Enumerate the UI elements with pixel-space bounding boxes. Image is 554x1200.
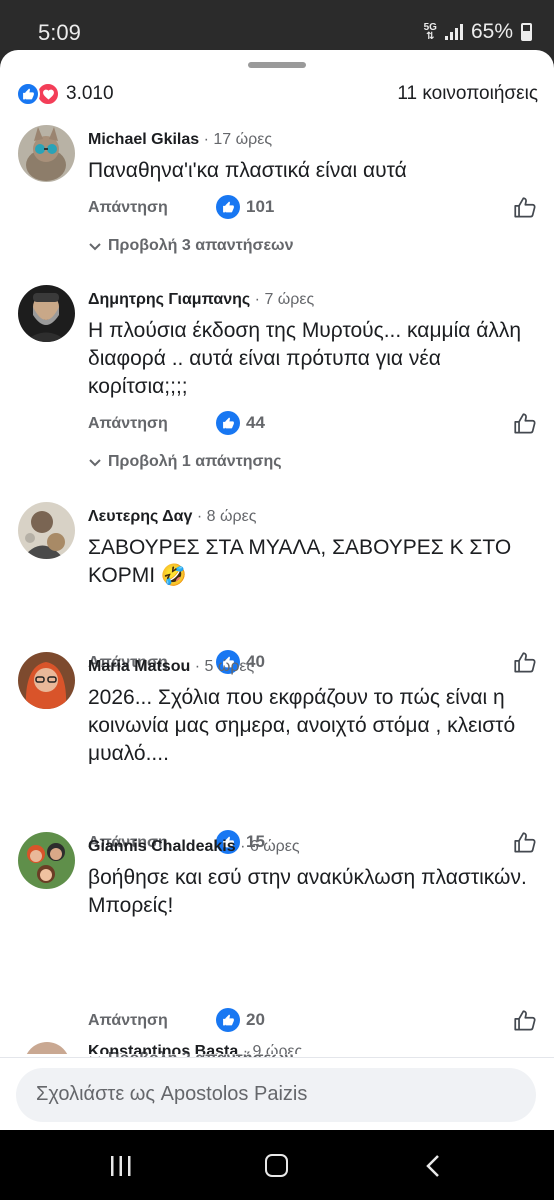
recents-icon[interactable] [110, 1156, 132, 1176]
comment-text: ΣΑΒΟΥΡΕΣ ΣΤΑ ΜΥΑΛΑ, ΣΑΒΟΥΡΕΣ Κ ΣΤΟ ΚΟΡΜΙ… [88, 534, 528, 590]
comment-composer-bar: Σχολιάστε ως Apostolos Paizis [0, 1057, 554, 1130]
comment-text-body: ΣΑΒΟΥΡΕΣ ΣΤΑ ΜΥΑΛΑ, ΣΑΒΟΥΡΕΣ Κ ΣΤΟ ΚΟΡΜΙ [88, 536, 512, 587]
reactions-summary: 3.010 11 κοινοποιήσεις [16, 80, 538, 108]
like-outline-icon[interactable] [512, 650, 538, 676]
network-5g-icon: 5G ⇅ [424, 23, 437, 42]
comment-author[interactable]: Giannis Chaldeakis [88, 838, 236, 855]
laughing-emoji: 🤣 [160, 564, 188, 587]
network-arrows-icon: ⇅ [426, 31, 435, 42]
chevron-down-icon [89, 243, 101, 251]
comment-like-count[interactable]: 44 [216, 411, 265, 435]
cutoff-comment: Konstantinos Basta · 9 ώρες [0, 1042, 554, 1054]
comment-text: 2026... Σχόλια που εκφράζουν το πώς είνα… [88, 686, 516, 765]
reply-button[interactable]: Απάντηση [88, 199, 168, 217]
comment-text: Η πλούσια έκδοση της Μυρτούς... καμμία ά… [88, 319, 522, 398]
view-replies-label: Προβολή 1 απάντησης [108, 453, 282, 470]
comment-time: 17 ώρες [213, 131, 273, 148]
navigation-bar [0, 1130, 554, 1200]
like-badge-icon [216, 1008, 240, 1032]
comment-actions: Απάντηση 44 [88, 411, 538, 441]
comment-header: Giannis Chaldeakis · 6 ώρες [88, 838, 300, 856]
comment-author[interactable]: Michael Gkilas [88, 131, 199, 148]
avatar[interactable] [18, 652, 75, 709]
reactions-button[interactable]: 3.010 [16, 82, 114, 106]
comment-header: Michael Gkilas · 17 ώρες [88, 131, 272, 149]
status-indicators: 5G ⇅ 65% [424, 20, 532, 44]
avatar[interactable] [18, 832, 75, 889]
avatar[interactable] [18, 125, 75, 182]
comment-author[interactable]: Λευτερης Δαγ [88, 508, 192, 525]
comment-time: 6 ώρες [249, 838, 300, 855]
comment-author[interactable]: Konstantinos Basta [88, 1043, 238, 1054]
comment-author[interactable]: Maria Matsou [88, 658, 190, 675]
comment-like-count[interactable]: 101 [216, 195, 274, 219]
avatar[interactable] [24, 1042, 70, 1054]
reply-button[interactable]: Απάντηση [88, 1012, 168, 1030]
like-reaction-icon [16, 82, 40, 106]
comment-header: Λευτερης Δαγ · 8 ώρες [88, 508, 256, 526]
like-count-value: 101 [246, 197, 275, 216]
home-icon[interactable] [265, 1154, 288, 1177]
comment-header: Maria Matsou · 5 ώρες [88, 658, 254, 676]
view-replies-label: Προβολή 3 απαντήσεων [108, 237, 294, 254]
comment-text-line: Μπορείς! [88, 894, 174, 917]
separator-dot: · [240, 838, 250, 855]
signal-icon [444, 24, 463, 40]
chevron-down-icon [89, 459, 101, 467]
like-badge-icon [216, 411, 240, 435]
drag-handle[interactable] [248, 62, 306, 68]
back-icon[interactable] [424, 1154, 442, 1178]
battery-percent: 65% [470, 20, 513, 43]
status-time: 5:09 [38, 20, 81, 45]
like-outline-icon[interactable] [512, 411, 538, 437]
comment-like-count[interactable]: 20 [216, 1008, 265, 1032]
comment-actions: Απάντηση 20 [88, 1008, 538, 1038]
view-replies-button[interactable]: Προβολή 3 απαντήσεων [88, 237, 293, 255]
separator-dot: · [254, 291, 265, 308]
reply-button[interactable]: Απάντηση [88, 415, 168, 433]
comment-time: 9 ώρες [252, 1043, 303, 1054]
like-badge-icon [216, 195, 240, 219]
comment-actions: Απάντηση 101 [88, 195, 538, 225]
comments-sheet: 3.010 11 κοινοποιήσεις Michael Gkilas · … [0, 50, 554, 1130]
comment-time: 8 ώρες [206, 508, 257, 525]
comment-author[interactable]: Δημητρης Γιαμπανης [88, 291, 250, 308]
like-count-value: 44 [246, 413, 265, 432]
view-replies-button[interactable]: Προβολή 1 απάντησης [88, 453, 282, 471]
like-count-value: 20 [246, 1010, 265, 1029]
comment-header: Δημητρης Γιαμπανης · 7 ώρες [88, 291, 314, 309]
like-outline-icon[interactable] [512, 1008, 538, 1034]
separator-dot: · [203, 131, 214, 148]
avatar[interactable] [18, 502, 75, 559]
like-outline-icon[interactable] [512, 195, 538, 221]
comment-input[interactable]: Σχολιάστε ως Apostolos Paizis [16, 1068, 536, 1122]
avatar[interactable] [18, 285, 75, 342]
comment-time: 7 ώρες [264, 291, 315, 308]
comment-header: Konstantinos Basta · 9 ώρες [88, 1043, 302, 1054]
battery-icon [521, 23, 532, 41]
comment-text-line: βοήθησε και εσύ στην ανακύκλωση πλαστικώ… [88, 866, 527, 889]
shares-count[interactable]: 11 κοινοποιήσεις [397, 83, 538, 105]
reaction-count: 3.010 [66, 83, 114, 104]
comment-text: βοήθησε και εσύ στην ανακύκλωση πλαστικώ… [88, 864, 528, 920]
comment-time: 5 ώρες [204, 658, 255, 675]
separator-dot: · [196, 508, 207, 525]
like-outline-icon[interactable] [512, 830, 538, 856]
comment-text: Παναθηνα'ι'κα πλαστικά είναι αυτά [88, 159, 407, 182]
